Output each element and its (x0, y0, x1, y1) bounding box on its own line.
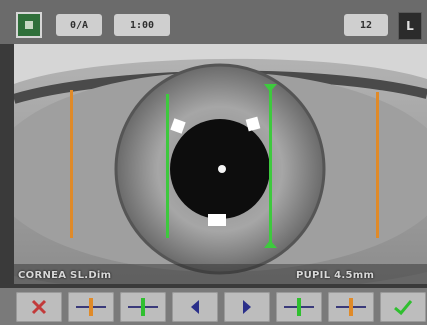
pupil-left-adjust-button[interactable] (120, 291, 166, 322)
mode-indicator-icon (25, 21, 33, 29)
device-screen: 0/A 1:00 12 L CORNEA SL.Dim PUPIL 4.5mm (0, 0, 427, 325)
caliper-green-icon (284, 297, 314, 316)
cornea-right-marker[interactable] (376, 92, 379, 238)
status-chip-a: 0/A (56, 14, 102, 36)
caliper-green-icon (128, 297, 158, 316)
pupil-left-marker[interactable] (166, 94, 169, 238)
mode-button[interactable] (16, 12, 42, 38)
caliper-orange-icon (76, 297, 106, 316)
cancel-icon (31, 299, 47, 314)
arrow-left-icon (191, 299, 199, 314)
move-right-button[interactable] (224, 291, 270, 322)
arrow-right-icon (243, 299, 251, 314)
eye-image-viewport[interactable] (14, 44, 427, 284)
move-left-button[interactable] (172, 291, 218, 322)
status-chip-b: 1:00 (114, 14, 170, 36)
confirm-icon (394, 299, 413, 315)
bottom-toolbar (0, 288, 427, 325)
pupil-readout: PUPIL 4.5mm (296, 270, 375, 281)
cornea-left-marker[interactable] (70, 90, 73, 238)
pupil-right-marker[interactable] (269, 86, 272, 246)
pupil-right-adjust-button[interactable] (276, 291, 322, 322)
cornea-readout: CORNEA SL.Dim (18, 270, 112, 281)
caliper-orange-icon (336, 297, 366, 316)
status-chip-c: 12 (344, 14, 388, 36)
cancel-button[interactable] (16, 291, 62, 322)
status-bar: 0/A 1:00 12 L (0, 0, 427, 44)
cornea-left-adjust-button[interactable] (68, 291, 114, 322)
cornea-right-adjust-button[interactable] (328, 291, 374, 322)
eye-side-indicator[interactable]: L (398, 12, 422, 40)
eye-image (14, 44, 427, 284)
confirm-button[interactable] (380, 291, 426, 322)
